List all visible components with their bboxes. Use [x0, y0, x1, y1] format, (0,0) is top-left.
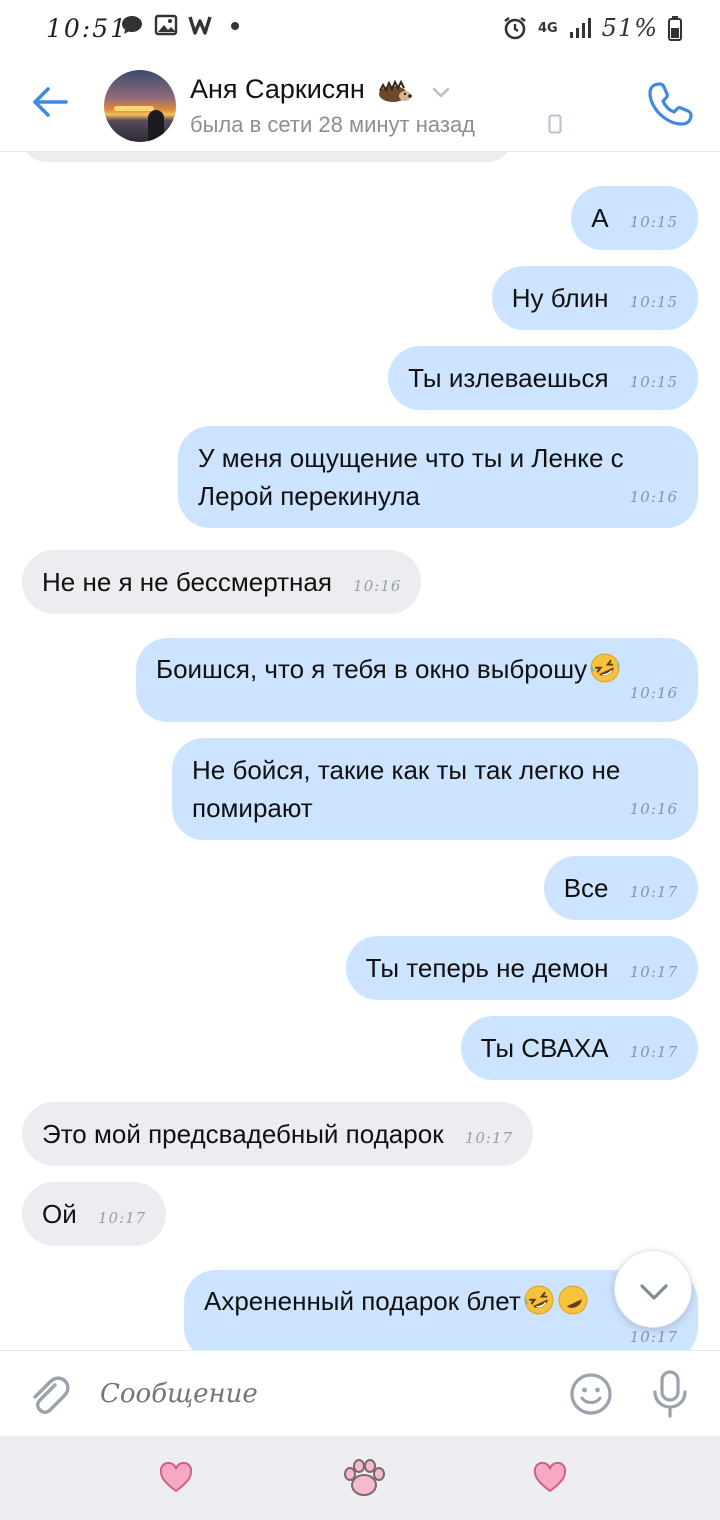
message-icon [122, 16, 142, 34]
message-text-line: Лерой перекинула [198, 481, 420, 511]
message-bubble-outgoing[interactable]: Все 10:17 [543, 856, 698, 920]
message-bubble-outgoing[interactable]: Ну блин 10:15 [491, 266, 698, 330]
message-time: 10:16 [629, 488, 678, 506]
message-time: 10:17 [629, 883, 678, 901]
message-time: 10:15 [629, 213, 678, 231]
chevron-down-icon[interactable] [430, 82, 452, 102]
message-text: Ты излеваешься [408, 363, 609, 393]
message-list[interactable]: А 10:15 Ну блин 10:15 Ты излеваешься 10:… [0, 152, 720, 1350]
message-time: 10:16 [629, 684, 678, 702]
heart-icon[interactable] [532, 1460, 568, 1496]
paw-icon[interactable] [342, 1458, 386, 1498]
message-text: Не не я не бессмертная [42, 567, 332, 597]
contact-name-text: Аня Саркисян [190, 74, 365, 104]
message-input[interactable] [100, 1373, 540, 1415]
network-type: 4G [537, 20, 558, 36]
message-text-line: помирают [192, 793, 313, 823]
rofl-emoji-icon [524, 1285, 554, 1315]
message-time: 10:17 [629, 963, 678, 981]
message-bubble-outgoing[interactable]: Не бойся, такие как ты так легко не поми… [172, 738, 698, 840]
mobile-device-icon [548, 114, 562, 134]
message-bubble-incoming[interactable]: Ой 10:17 [22, 1182, 167, 1246]
contact-name[interactable]: Аня Саркисян [190, 74, 413, 105]
dot-icon [231, 22, 239, 30]
battery-percent: 51% [601, 14, 658, 42]
signal-icon [569, 18, 591, 38]
keyboard-toolbar [0, 1436, 720, 1520]
scroll-to-bottom-button[interactable] [614, 1250, 692, 1328]
message-composer [0, 1350, 720, 1436]
notification-icons [120, 14, 242, 36]
alarm-icon [504, 17, 526, 40]
message-text-line: У меня ощущение что ты и Ленке с [198, 443, 624, 473]
avatar[interactable] [104, 70, 176, 142]
chat-header: Аня Саркисян была в сети 28 минут назад [0, 56, 720, 152]
rofl-emoji-icon [590, 653, 620, 683]
status-bar: 10:51 4G 51% [0, 0, 720, 56]
call-icon[interactable] [646, 78, 696, 128]
message-time: 10:16 [353, 577, 402, 595]
message-text: Это мой предсвадебный подарок [42, 1119, 444, 1149]
message-time: 10:15 [629, 373, 678, 391]
message-bubble-outgoing[interactable]: А 10:15 [571, 186, 698, 250]
message-time: 10:15 [629, 293, 678, 311]
message-bubble-outgoing[interactable]: У меня ощущение что ты и Ленке с Лерой п… [178, 426, 698, 528]
rofl-emoji-icon [558, 1285, 588, 1315]
message-bubble-outgoing[interactable]: Ты теперь не демон 10:17 [345, 936, 698, 1000]
message-text: Ой [42, 1199, 77, 1229]
battery-icon [668, 16, 682, 41]
message-text: А [591, 203, 609, 233]
message-bubble-outgoing[interactable]: Ты излеваешься 10:15 [388, 346, 698, 410]
message-text: Ты СВАХА [480, 1033, 609, 1063]
w-icon [188, 16, 212, 35]
message-text: Все [563, 873, 609, 903]
message-bubble-incoming[interactable]: Не не я не бессмертная 10:16 [22, 550, 422, 614]
message-text-line: Не бойся, такие как ты так легко не [192, 755, 621, 785]
message-bubble-partial [22, 152, 512, 162]
message-time: 10:17 [629, 1043, 678, 1061]
message-bubble-incoming[interactable]: Это мой предсвадебный подарок 10:17 [22, 1102, 534, 1166]
message-text: Боишся, что я тебя в окно выброшу [156, 654, 588, 684]
microphone-icon[interactable] [648, 1369, 692, 1419]
back-arrow-icon[interactable] [28, 80, 72, 124]
contact-status: была в сети 28 минут назад [190, 112, 476, 137]
message-bubble-outgoing[interactable]: Ты СВАХА 10:17 [460, 1016, 698, 1080]
heart-icon[interactable] [158, 1460, 194, 1496]
message-time: 10:17 [97, 1209, 147, 1227]
message-text: Ну блин [511, 283, 609, 313]
status-time: 10:51 [46, 14, 129, 43]
gallery-icon [154, 14, 178, 36]
system-icons: 4G 51% [502, 14, 682, 42]
message-time: 10:16 [629, 800, 678, 818]
message-bubble-outgoing[interactable]: Боишся, что я тебя в окно выброшу 10:16 [136, 638, 698, 722]
message-time: 10:17 [464, 1129, 514, 1147]
message-text: Ахрененный подарок блет [204, 1286, 521, 1316]
smiley-icon[interactable] [568, 1371, 614, 1417]
chevron-down-icon [640, 1284, 668, 1300]
attach-icon[interactable] [28, 1371, 72, 1417]
message-text: Ты теперь не демон [365, 953, 609, 983]
hedgehog-emoji-icon [379, 79, 413, 102]
